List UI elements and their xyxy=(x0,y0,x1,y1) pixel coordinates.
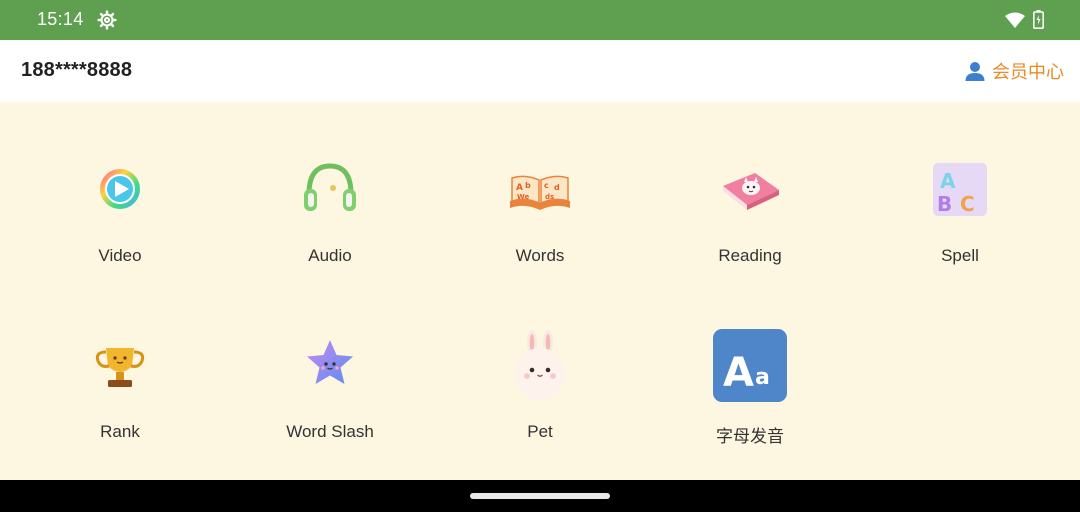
svg-text:A: A xyxy=(940,169,956,193)
feature-rank[interactable]: Rank xyxy=(15,328,225,478)
phone-number: 188****8888 xyxy=(21,59,133,81)
feature-word-slash[interactable]: Word Slash xyxy=(225,328,435,478)
svg-text:C: C xyxy=(960,192,975,216)
star-icon xyxy=(307,340,353,384)
abc-blocks-icon: A B C xyxy=(933,163,987,216)
feature-spell[interactable]: A B C Spell xyxy=(855,152,1065,302)
feature-label: Reading xyxy=(718,246,782,265)
member-center-button[interactable]: 会员中心 xyxy=(964,58,1064,84)
wifi-icon xyxy=(1005,12,1025,28)
feature-reading[interactable]: Reading xyxy=(645,152,855,302)
svg-text:b: b xyxy=(525,181,531,190)
app-header: 188****8888 会员中心 xyxy=(0,40,1080,102)
feature-label: Words xyxy=(515,246,565,265)
svg-text:ds: ds xyxy=(545,193,554,201)
feature-label: Pet xyxy=(527,422,553,441)
svg-text:B: B xyxy=(937,192,952,216)
letter-aa-icon: A a xyxy=(713,329,787,402)
user-icon xyxy=(965,62,985,81)
word-book-icon: A b c d We ds xyxy=(510,175,570,210)
status-time: 15:14 xyxy=(37,9,84,29)
svg-text:A: A xyxy=(723,350,754,396)
feature-label: Spell xyxy=(941,246,979,265)
battery-icon xyxy=(1033,10,1044,29)
home-gesture-handle[interactable] xyxy=(470,493,610,499)
svg-text:A: A xyxy=(516,183,523,193)
feature-label: Rank xyxy=(100,422,140,441)
feature-pet[interactable]: Pet xyxy=(435,328,645,478)
headphones-icon xyxy=(304,163,356,211)
svg-text:a: a xyxy=(755,365,770,390)
settings-gear-icon xyxy=(97,10,117,30)
feature-label: Audio xyxy=(308,246,352,265)
member-center-label: 会员中心 xyxy=(992,62,1064,82)
feature-letter-pronunciation[interactable]: A a 字母发音 xyxy=(645,328,855,478)
feature-grid: Video Audio A b c d We ds Words Reading … xyxy=(0,102,1080,480)
storybook-icon xyxy=(723,173,779,210)
svg-text:d: d xyxy=(554,183,560,192)
feature-label: Word Slash xyxy=(286,422,374,441)
svg-text:We: We xyxy=(517,193,529,201)
svg-text:c: c xyxy=(544,181,549,190)
system-nav-bar xyxy=(0,480,1080,512)
bunny-icon xyxy=(515,330,565,400)
feature-video[interactable]: Video xyxy=(15,152,225,302)
feature-label: 字母发音 xyxy=(716,427,784,446)
video-play-icon xyxy=(100,169,140,209)
feature-label: Video xyxy=(98,246,142,265)
feature-words[interactable]: A b c d We ds Words xyxy=(435,152,645,302)
trophy-icon xyxy=(95,348,145,387)
status-bar: 15:14 xyxy=(0,0,1080,40)
feature-audio[interactable]: Audio xyxy=(225,152,435,302)
